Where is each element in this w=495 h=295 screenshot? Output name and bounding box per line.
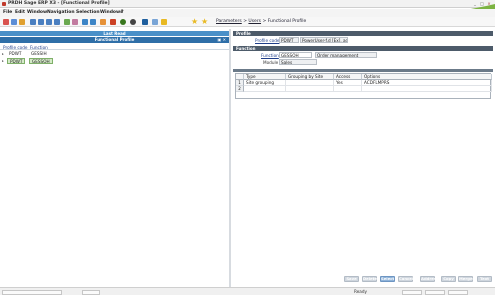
save-button[interactable]: Save: [344, 276, 359, 282]
menu-edit[interactable]: Edit: [15, 10, 25, 15]
list-item-selected[interactable]: ▸ PDWT GESSOH: [2, 58, 122, 64]
status-text: Ready: [354, 289, 367, 294]
status-bar: Ready: [0, 287, 495, 295]
stop-icon[interactable]: [110, 19, 116, 25]
profile-description-field[interactable]: PowerUser-f.d [Ex]. ad/dev/ver: [300, 37, 348, 43]
status-segment: [402, 290, 422, 295]
grid-section-bar: [233, 69, 493, 72]
merged-button[interactable]: Merged: [458, 276, 475, 282]
list-icon[interactable]: [82, 19, 88, 25]
function-section-header: Function: [233, 46, 493, 51]
left-panel-columns: Profile code Function: [0, 44, 229, 50]
grid-cell-type[interactable]: [244, 86, 286, 92]
profile-code-label[interactable]: Profile code: [255, 38, 279, 43]
panel-controls-icon[interactable]: ▣ ✕: [217, 37, 226, 43]
menu-navigation[interactable]: Navigation: [47, 10, 75, 15]
menu-selection[interactable]: Selection: [76, 10, 100, 15]
list-item-code: PDWT: [9, 51, 22, 56]
menu-file[interactable]: File: [3, 10, 12, 15]
delete-button[interactable]: Delete: [362, 276, 377, 282]
breadcrumb-parameters[interactable]: Parameters: [216, 19, 242, 24]
address-button[interactable]: Address: [420, 276, 438, 282]
menu-bar: File Edit Window Navigation Selection Wi…: [0, 9, 495, 17]
first-icon[interactable]: [30, 19, 36, 25]
status-segment: [2, 290, 62, 295]
column-function[interactable]: Function: [30, 45, 48, 50]
profile-code-field[interactable]: PDWT: [279, 37, 299, 43]
breadcrumb-users[interactable]: Users: [248, 19, 261, 24]
row-bullet-icon: ▸: [2, 59, 4, 63]
text-button[interactable]: Text: [477, 276, 492, 282]
breadcrumb-separator: >: [262, 19, 267, 24]
save-icon[interactable]: [11, 19, 17, 25]
breadcrumb-current: Functional Profile: [267, 19, 307, 24]
next-icon[interactable]: [46, 19, 52, 25]
grid-cell-access[interactable]: [334, 86, 362, 92]
breadcrumb-separator: >: [243, 19, 247, 24]
function-section-title: Function: [236, 46, 256, 51]
grid-cell-grouping[interactable]: [286, 86, 334, 92]
menu-help[interactable]: ?: [121, 10, 124, 15]
column-profile-code[interactable]: Profile code: [3, 45, 27, 50]
new-icon[interactable]: [3, 19, 9, 25]
profile-section-header: Profile: [233, 31, 493, 36]
last-icon[interactable]: [54, 19, 60, 25]
module-field: Sales: [279, 59, 317, 65]
module-label: Module: [263, 60, 279, 65]
select-button[interactable]: Select: [380, 276, 395, 282]
access-grid: Type Grouping by Site Access Options 1 S…: [235, 73, 492, 99]
list-item-function: GESSOH: [29, 58, 53, 64]
attach-icon[interactable]: [100, 19, 106, 25]
menu-windows[interactable]: Windows: [100, 10, 123, 15]
previous-icon[interactable]: [38, 19, 44, 25]
list-item-code: PDWT: [7, 58, 26, 64]
print-icon[interactable]: [72, 19, 78, 25]
breadcrumb: Parameters > Users > Functional Profile: [216, 19, 306, 24]
row-bullet-icon: ▸: [2, 52, 4, 56]
add-favorite-star-icon[interactable]: ★: [201, 17, 208, 26]
pin-icon[interactable]: [161, 19, 167, 25]
grid-cell-options[interactable]: [362, 86, 492, 92]
app-icon: [2, 2, 6, 6]
favorites-star-icon[interactable]: ★: [191, 17, 198, 26]
edit-icon[interactable]: [152, 19, 158, 25]
grid-icon[interactable]: [90, 19, 96, 25]
list-item[interactable]: ▸ PDWT GESSIH: [2, 51, 122, 57]
function-description-field: Order management: [315, 52, 377, 58]
go-icon[interactable]: [120, 19, 126, 25]
status-segment: [448, 290, 468, 295]
copy-button[interactable]: Copy: [441, 276, 456, 282]
left-panel-title-text: Functional Profile: [94, 37, 135, 42]
open-icon[interactable]: [19, 19, 25, 25]
menu-window[interactable]: Window: [27, 10, 47, 15]
profile-section-title: Profile: [236, 31, 251, 36]
functions-icon[interactable]: [142, 19, 148, 25]
grid-row-number[interactable]: 2: [236, 86, 244, 92]
list-item-function: GESSIH: [31, 51, 47, 56]
cancel-button[interactable]: Cancel: [398, 276, 413, 282]
last-read-header[interactable]: Last Read: [0, 31, 229, 36]
window-title: PRDH Sage ERP X3 - [Functional Profile]: [8, 1, 110, 6]
left-panel-title: Functional Profile ▣ ✕: [0, 37, 229, 43]
refresh-icon[interactable]: [64, 19, 70, 25]
exit-icon[interactable]: [130, 19, 136, 25]
function-label[interactable]: Function: [261, 53, 279, 58]
status-segment: [82, 290, 100, 295]
status-segment: [425, 290, 445, 295]
detail-panel: Profile Profile code PDWT PowerUser-f.d …: [231, 29, 495, 295]
function-field[interactable]: GESSOH: [279, 52, 312, 58]
